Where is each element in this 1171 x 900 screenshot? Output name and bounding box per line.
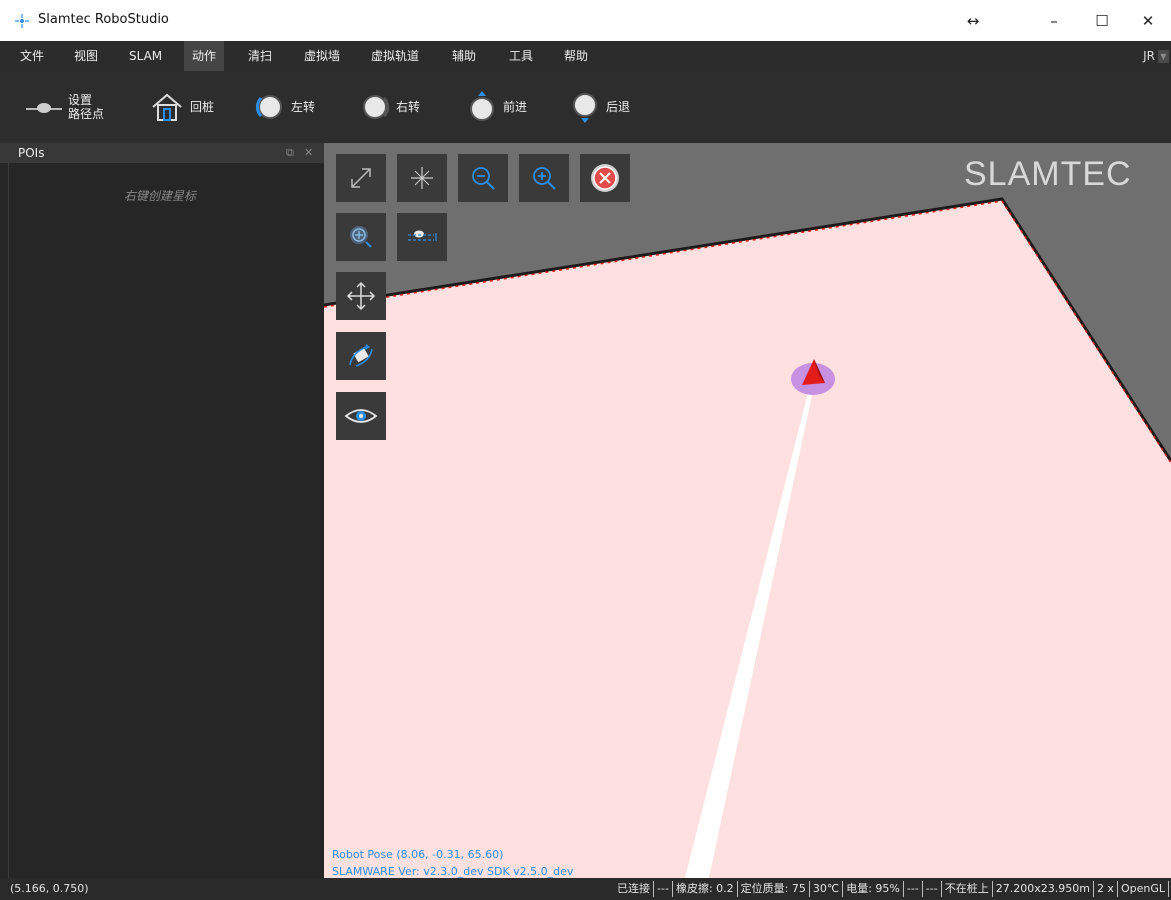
menu-virtual-track[interactable]: 虚拟轨道 xyxy=(363,41,427,71)
center-robot-button[interactable] xyxy=(397,154,447,202)
app-logo-icon xyxy=(15,14,29,28)
backward-icon xyxy=(573,93,597,123)
fit-view-button[interactable] xyxy=(336,154,386,202)
action-toolbar: 设置 路径点 回桩 左转 右转 前进 后退 xyxy=(0,71,1171,143)
map-view[interactable]: SLAMTEC Robot Pose (8.06, -0.31, 65.60) … xyxy=(324,143,1171,878)
poi-panel-header: POIs ⧉ ✕ xyxy=(0,143,324,163)
menu-help[interactable]: 帮助 xyxy=(556,41,596,71)
status-placeholder: --- xyxy=(923,881,942,897)
menu-tools[interactable]: 工具 xyxy=(501,41,541,71)
window-title: Slamtec RoboStudio xyxy=(38,12,169,27)
status-dock: 不在桩上 xyxy=(942,881,993,897)
zoom-in-button[interactable] xyxy=(519,154,569,202)
title-bar: Slamtec RoboStudio ↔ – ☐ ✕ xyxy=(0,0,1171,41)
turn-right-button[interactable]: 右转 xyxy=(360,71,420,143)
menu-file[interactable]: 文件 xyxy=(12,41,52,71)
close-panel-icon[interactable]: ✕ xyxy=(304,146,313,159)
slamtec-watermark: SLAMTEC xyxy=(964,155,1132,193)
status-temperature: 30℃ xyxy=(810,881,844,897)
status-placeholder: --- xyxy=(904,881,923,897)
forward-button[interactable]: 前进 xyxy=(467,71,527,143)
go-home-button[interactable]: 回桩 xyxy=(150,71,214,143)
cursor-coordinates: (5.166, 0.750) xyxy=(10,882,89,895)
zoom-in-icon xyxy=(533,167,556,190)
path-settings-icon xyxy=(408,230,437,241)
menu-action[interactable]: 动作 xyxy=(184,41,225,71)
clear-map-button[interactable] xyxy=(580,154,630,202)
map-canvas[interactable]: SLAMTEC xyxy=(324,143,1171,878)
zoom-out-button[interactable] xyxy=(458,154,508,202)
go-home-label: 回桩 xyxy=(190,100,215,114)
menu-clean[interactable]: 清扫 xyxy=(240,41,280,71)
zoom-out-icon xyxy=(472,167,495,190)
close-button[interactable]: ✕ xyxy=(1125,0,1171,41)
menu-slam[interactable]: SLAM xyxy=(121,41,170,71)
forward-label: 前进 xyxy=(503,100,528,114)
poi-empty-hint: 右键创建星标 xyxy=(124,189,197,203)
menu-bar: 文件 视图 SLAM 动作 清扫 虚拟墙 虚拟轨道 辅助 工具 帮助 JR ▼ xyxy=(0,41,1171,71)
poi-panel-title: POIs xyxy=(18,146,45,160)
turn-left-icon xyxy=(255,95,282,119)
forward-icon xyxy=(470,91,494,121)
status-eraser: 橡皮擦: 0.2 xyxy=(673,881,738,897)
zoom-region-icon xyxy=(350,226,372,248)
rotate-view-button[interactable] xyxy=(336,332,386,380)
resize-arrows-icon[interactable]: ↔ xyxy=(950,0,996,41)
cancel-circle-icon xyxy=(591,164,619,192)
camera-rotate-icon xyxy=(349,344,373,367)
version-readout: SLAMWARE Ver: v2.3.0_dev SDK v2.5.0_dev xyxy=(332,865,574,878)
poi-list[interactable] xyxy=(8,163,324,878)
status-connection: 已连接 xyxy=(614,881,655,897)
maximize-button[interactable]: ☐ xyxy=(1079,0,1125,41)
status-map-size: 27.200x23.950m xyxy=(993,881,1094,897)
set-path-point-label-2: 路径点 xyxy=(68,107,105,121)
float-panel-icon[interactable]: ⧉ xyxy=(286,146,294,160)
backward-label: 后退 xyxy=(606,100,631,114)
path-options-button[interactable] xyxy=(397,213,447,261)
turn-right-icon xyxy=(363,95,390,119)
crosshair-icon xyxy=(411,167,433,189)
eye-icon xyxy=(344,409,378,423)
status-bar: (5.166, 0.750) 已连接 --- 橡皮擦: 0.2 定位质量: 75… xyxy=(0,878,1171,900)
pan-tool-button[interactable] xyxy=(336,272,386,320)
turn-left-label: 左转 xyxy=(291,100,316,114)
move-arrows-icon xyxy=(346,281,376,311)
path-point-icon xyxy=(26,103,62,113)
backward-button[interactable]: 后退 xyxy=(570,71,630,143)
map-floor xyxy=(324,199,1171,878)
zoom-to-region-button[interactable] xyxy=(336,213,386,261)
poi-panel: POIs ⧉ ✕ 右键创建星标 xyxy=(0,143,324,878)
status-battery: 电量: 95% xyxy=(843,881,904,897)
menu-view[interactable]: 视图 xyxy=(66,41,106,71)
turn-left-button[interactable]: 左转 xyxy=(255,71,315,143)
view-mode-button[interactable] xyxy=(336,392,386,440)
minimize-button[interactable]: – xyxy=(1031,0,1077,41)
status-cells: 已连接 --- 橡皮擦: 0.2 定位质量: 75 30℃ 电量: 95% --… xyxy=(614,881,1169,897)
set-path-point-label-1: 设置 xyxy=(68,93,93,107)
chevron-down-icon[interactable]: ▼ xyxy=(1158,50,1169,63)
expand-icon xyxy=(351,168,371,188)
menu-assist[interactable]: 辅助 xyxy=(444,41,484,71)
set-path-point-button[interactable]: 设置 路径点 xyxy=(26,71,104,143)
status-zoom: 2 x xyxy=(1094,881,1118,897)
status-localization-quality: 定位质量: 75 xyxy=(738,881,810,897)
status-renderer: OpenGL xyxy=(1118,881,1169,897)
turn-right-label: 右转 xyxy=(396,100,421,114)
user-menu[interactable]: JR xyxy=(1143,41,1155,71)
robot-pose-readout: Robot Pose (8.06, -0.31, 65.60) xyxy=(332,848,504,861)
home-icon xyxy=(152,93,182,121)
status-placeholder: --- xyxy=(654,881,673,897)
menu-virtual-wall[interactable]: 虚拟墙 xyxy=(296,41,348,71)
